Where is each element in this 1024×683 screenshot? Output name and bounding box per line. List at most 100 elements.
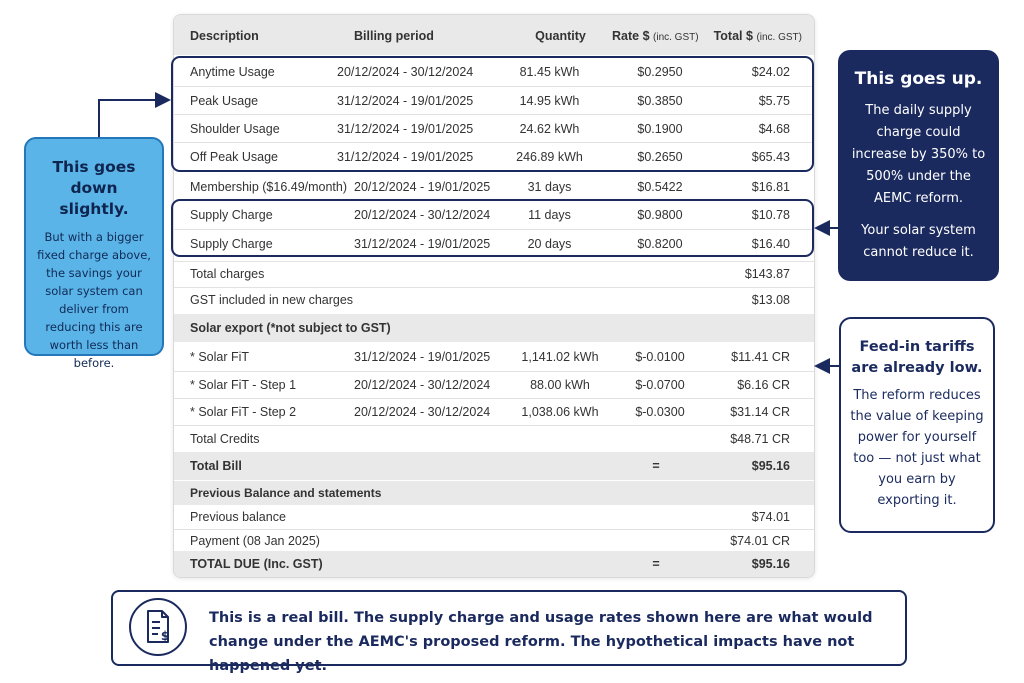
table-header: Description Billing period Quantity Rate…: [174, 15, 814, 55]
solar-section-header: Solar export (*not subject to GST): [174, 314, 814, 342]
row-quantity: 14.95 kWh: [519, 94, 580, 108]
row-description: Anytime Usage: [190, 65, 275, 79]
row-rate: $0.8200: [637, 237, 683, 251]
solar-header-label: Solar export (*not subject to GST): [190, 321, 391, 335]
table-row-solar: * Solar FiT 31/12/2024 - 19/01/2025 1,14…: [174, 344, 814, 371]
row-period: 20/12/2024 - 30/12/2024: [354, 208, 491, 222]
row-total: $24.02: [751, 65, 790, 79]
total-charges-value: $143.87: [744, 267, 790, 281]
row-total: $6.16 CR: [737, 378, 790, 392]
total-bill-label: Total Bill: [190, 459, 242, 473]
row-period: 31/12/2024 - 19/01/2025: [354, 350, 491, 364]
bill-table: Description Billing period Quantity Rate…: [173, 14, 815, 578]
row-rate: $0.3850: [637, 94, 683, 108]
row-rate: $0.2650: [637, 150, 683, 164]
callout-goes-down-body: But with a bigger fixed charge above, th…: [37, 230, 151, 370]
total-credits-label: Total Credits: [190, 432, 260, 446]
disclaimer-text: This is a real bill. The supply charge a…: [209, 610, 873, 674]
row-description: Membership ($16.49/month): [190, 180, 348, 194]
header-description: Description: [190, 29, 259, 43]
table-row: Peak Usage 31/12/2024 - 19/01/2025 14.95…: [174, 86, 814, 115]
header-billing-period: Billing period: [354, 29, 434, 43]
row-period: 31/12/2024 - 19/01/2025: [354, 237, 491, 251]
row-total: $11.41 CR: [731, 350, 790, 364]
callout-fit-title: Feed-in tariffs are already low.: [851, 339, 983, 376]
callout-goes-up-note: Your solar system cannot reduce it.: [861, 223, 976, 260]
header-rate-note: (inc. GST): [653, 32, 699, 43]
row-rate: $0.5422: [637, 180, 683, 194]
document-dollar-icon-graphic: $: [147, 610, 169, 643]
row-period: 31/12/2024 - 19/01/2025: [337, 122, 474, 136]
document-dollar-icon: $: [129, 598, 187, 656]
callout-goes-up-body: The daily supply charge could increase b…: [851, 103, 986, 206]
row-rate: $0.1900: [637, 122, 683, 136]
callout-feed-in-tariffs: Feed-in tariffs are already low. The ref…: [839, 317, 995, 533]
total-bill-equals: =: [652, 459, 660, 473]
callout-goes-down-title: This goes down slightly.: [52, 158, 136, 218]
row-description: * Solar FiT: [190, 350, 250, 364]
total-bill-value: $95.16: [751, 459, 790, 473]
left-callout-arrow: [98, 92, 171, 137]
header-rate: Rate $ (inc. GST): [612, 15, 699, 59]
row-period: 20/12/2024 - 30/12/2024: [354, 378, 491, 392]
row-description: Off Peak Usage: [190, 150, 279, 164]
table-row: Anytime Usage 20/12/2024 - 30/12/2024 81…: [174, 58, 814, 86]
row-description: * Solar FiT - Step 1: [190, 378, 297, 392]
row-description: Supply Charge: [190, 208, 273, 222]
row-rate: $0.2950: [637, 65, 683, 79]
row-period: 20/12/2024 - 30/12/2024: [337, 65, 474, 79]
total-credits-row: Total Credits $48.71 CR: [174, 425, 814, 453]
total-charges-label: Total charges: [190, 267, 265, 281]
gst-value: $13.08: [751, 293, 790, 307]
gst-label: GST included in new charges: [190, 293, 354, 307]
callout-fit-body: The reform reduces the value of keeping …: [850, 388, 984, 508]
row-total: $31.14 CR: [730, 405, 790, 419]
header-total: Total $ (inc. GST): [714, 15, 802, 59]
total-due-equals: =: [652, 557, 660, 571]
previous-balance-row: Previous balance $74.01: [174, 505, 814, 529]
row-quantity: 20 days: [527, 237, 572, 251]
row-total: $4.68: [758, 122, 790, 136]
row-total: $10.78: [751, 208, 790, 222]
header-quantity: Quantity: [535, 29, 586, 43]
row-quantity: 31 days: [527, 180, 572, 194]
payment-value: $74.01 CR: [730, 534, 790, 548]
row-quantity: 81.45 kWh: [519, 65, 580, 79]
payment-label: Payment (08 Jan 2025): [190, 534, 320, 548]
table-row-solar: * Solar FiT - Step 2 20/12/2024 - 30/12/…: [174, 398, 814, 426]
total-due-label: TOTAL DUE (Inc. GST): [190, 557, 323, 571]
previous-header-label: Previous Balance and statements: [190, 486, 382, 500]
header-rate-label: Rate $: [612, 29, 650, 43]
table-row-membership: Membership ($16.49/month) 20/12/2024 - 1…: [174, 173, 814, 201]
row-description: Supply Charge: [190, 237, 273, 251]
row-rate: $-0.0100: [635, 350, 685, 364]
row-period: 20/12/2024 - 19/01/2025: [354, 180, 491, 194]
table-row: Off Peak Usage 31/12/2024 - 19/01/2025 2…: [174, 142, 814, 171]
table-row: Shoulder Usage 31/12/2024 - 19/01/2025 2…: [174, 114, 814, 143]
row-description: Peak Usage: [190, 94, 259, 108]
callout-goes-up-title: This goes up.: [854, 69, 983, 89]
row-total: $65.43: [751, 150, 790, 164]
svg-text:$: $: [161, 629, 169, 643]
callout-goes-down: This goes down slightly. But with a bigg…: [24, 137, 164, 370]
row-rate: $-0.0700: [635, 378, 685, 392]
row-description: * Solar FiT - Step 2: [190, 405, 297, 419]
previous-section-header: Previous Balance and statements: [174, 481, 814, 505]
row-period: 31/12/2024 - 19/01/2025: [337, 150, 474, 164]
row-rate: $0.9800: [637, 208, 683, 222]
total-due-value: $95.16: [751, 557, 790, 571]
total-bill-row: Total Bill = $95.16: [174, 452, 814, 480]
total-due-row: TOTAL DUE (Inc. GST) = $95.16: [174, 551, 814, 577]
callout-goes-up: This goes up. The daily supply charge co…: [838, 50, 999, 281]
row-total: $16.40: [751, 237, 790, 251]
row-quantity: 1,038.06 kWh: [521, 405, 599, 419]
row-period: 31/12/2024 - 19/01/2025: [337, 94, 474, 108]
row-quantity: 11 days: [528, 208, 571, 222]
previous-balance-label: Previous balance: [190, 510, 286, 524]
row-quantity: 246.89 kWh: [516, 150, 583, 164]
row-quantity: 88.00 kWh: [530, 378, 590, 392]
table-row-solar: * Solar FiT - Step 1 20/12/2024 - 30/12/…: [174, 371, 814, 399]
payment-row: Payment (08 Jan 2025) $74.01 CR: [174, 529, 814, 552]
row-quantity: 1,141.02 kWh: [521, 350, 599, 364]
row-period: 20/12/2024 - 30/12/2024: [354, 405, 491, 419]
